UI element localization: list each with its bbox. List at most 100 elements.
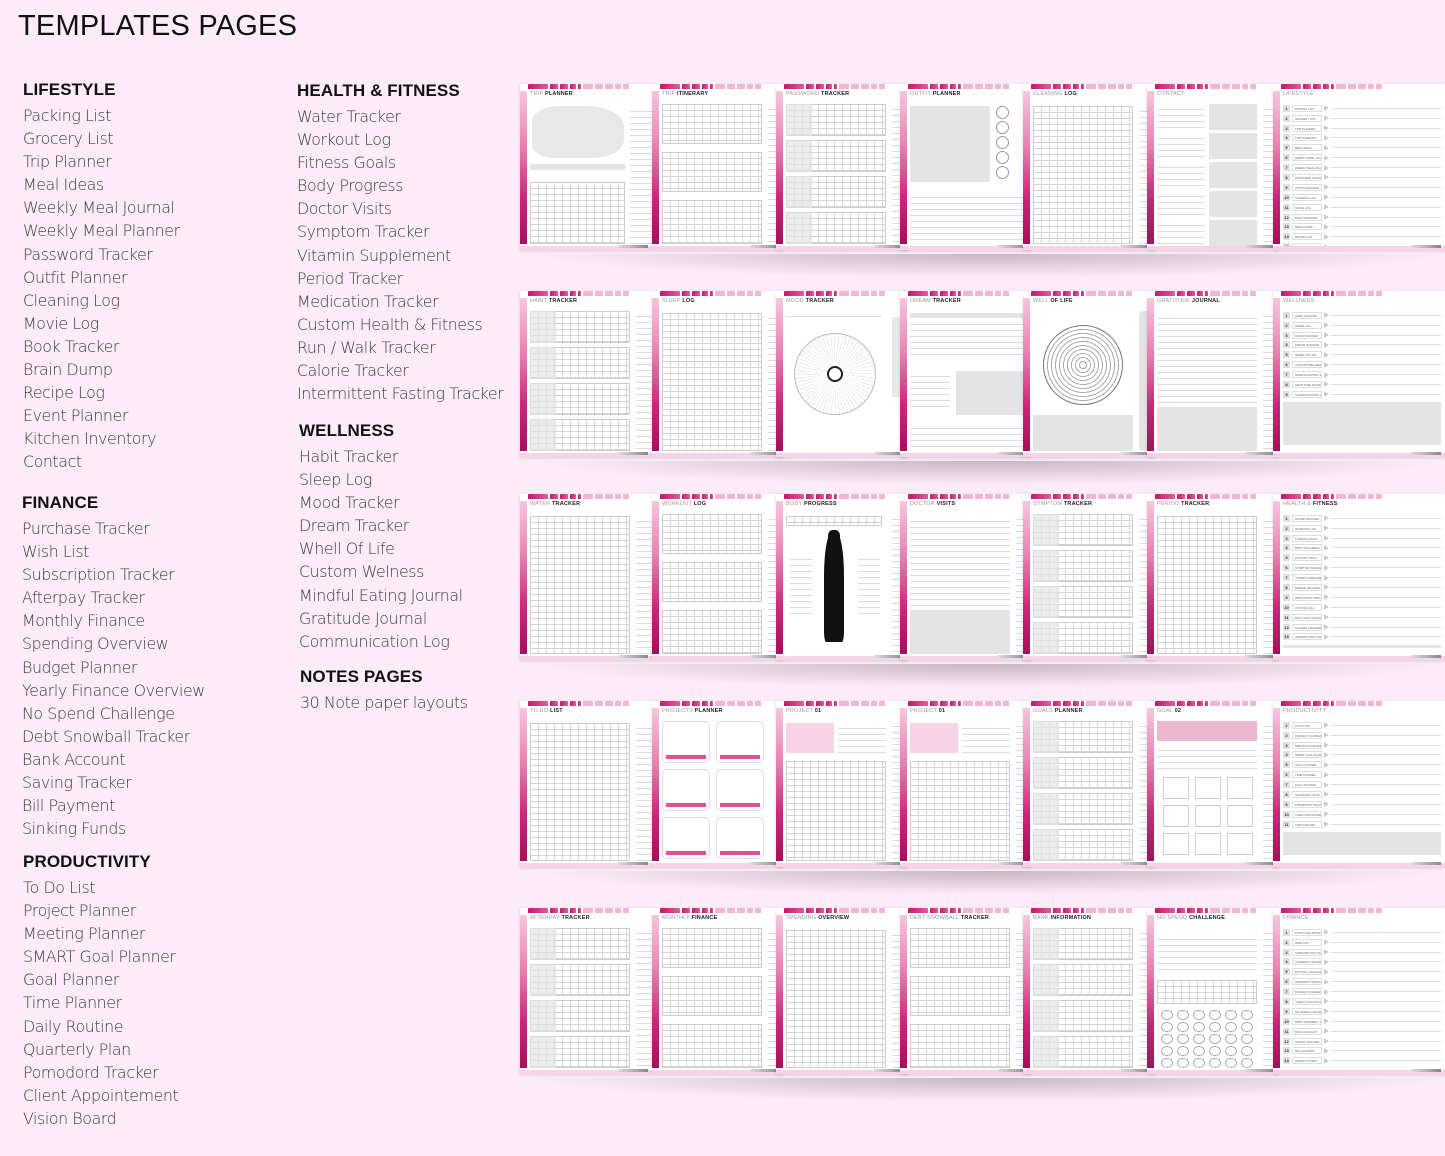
notes-line [1331, 813, 1441, 815]
top-tab [595, 494, 603, 499]
thumbnail-title-bold: FINANCE [691, 915, 718, 921]
top-tab [950, 701, 956, 706]
top-tab [1205, 908, 1208, 913]
top-tab [1053, 84, 1061, 89]
top-tabs [660, 291, 784, 297]
notes-line [1331, 596, 1441, 598]
side-column [636, 723, 652, 861]
top-tab [834, 494, 837, 499]
index-label: DEBT SNOWBALL TRAC [1292, 1017, 1322, 1025]
contact-fields [1157, 191, 1205, 217]
top-tab [550, 84, 558, 89]
index-number: 1 [1283, 311, 1290, 319]
thumbnail-body [786, 924, 908, 1068]
table-1 [662, 104, 762, 144]
index-entry: 3SUBSCRIPTION TRACKER [1283, 948, 1441, 957]
arrow-icon [1324, 751, 1329, 758]
thumbnail-title-light: WORKOUT [662, 501, 694, 507]
motivation-lines [1157, 745, 1257, 769]
index-label: MEETING PLANNER [1292, 741, 1322, 749]
top-tab [871, 701, 877, 706]
index-entry: 9POMODORO TRACKER [1283, 800, 1441, 809]
index-entry: 5 WHEEL OF LIFE [1283, 351, 1441, 360]
thumbnail-footer [1411, 452, 1441, 455]
template-list-item: Intermittent Fasting Tracker [297, 384, 504, 404]
top-tab [747, 84, 753, 89]
thumbnail-title-bold: TRACKER [1181, 501, 1210, 507]
row-shadow [530, 871, 1445, 895]
index-number: 7 [1283, 988, 1290, 996]
table-1 [910, 928, 1010, 968]
top-tab [623, 291, 629, 296]
thumbnail-title: WELLNESS [1283, 298, 1315, 304]
top-tab [1086, 291, 1096, 296]
top-tab [1086, 84, 1096, 89]
notes-line [1331, 176, 1441, 178]
step-box [1163, 777, 1189, 799]
top-tabs [1155, 701, 1279, 707]
index-entry: 8 QUARTERLY PLAN [1283, 790, 1441, 799]
top-tab [975, 701, 983, 706]
top-tab [1118, 908, 1124, 913]
top-tab [528, 84, 548, 89]
contact-notes [1209, 133, 1257, 159]
day-circle [1193, 1010, 1205, 1020]
index-number: 9 [1283, 390, 1290, 398]
top-tab [560, 291, 568, 296]
index-label: SUBSCRIPTION TRACKER [1292, 948, 1322, 956]
index-entry: 2 WISH LIST [1283, 938, 1441, 947]
day-circle [1193, 1022, 1205, 1032]
template-thumbnail: AFTERPAY TRACKER [520, 908, 652, 1074]
index-number: 8 [1283, 583, 1290, 591]
top-tab [930, 84, 938, 89]
day-circle [1177, 1022, 1189, 1032]
index-number: 2 [1283, 321, 1290, 329]
top-tab [1250, 701, 1256, 706]
side-month-tabs [900, 708, 907, 861]
top-tab [851, 84, 859, 89]
top-tab [595, 701, 603, 706]
side-month-tabs [776, 915, 783, 1068]
notes-line [1331, 636, 1441, 638]
notes-line [1331, 1050, 1441, 1052]
dream-lines [910, 319, 1030, 359]
form-label-col [530, 1000, 556, 1032]
tracker-grid [530, 516, 630, 654]
arrow-icon [1324, 604, 1329, 611]
top-tab [1303, 291, 1311, 296]
index-label: PROJECT PLANNER [1292, 731, 1322, 739]
template-list-item: Monthly Finance [22, 611, 145, 631]
top-tab [839, 291, 849, 296]
top-tab [1003, 701, 1009, 706]
form-label-col [1033, 757, 1059, 789]
top-tab [1348, 701, 1356, 706]
side-month-tabs [1147, 91, 1154, 244]
top-tabs [660, 701, 784, 707]
template-thumbnail: GOAL 02 [1147, 701, 1279, 867]
top-tab [1210, 701, 1220, 706]
contact-fields [1157, 104, 1205, 130]
top-tab [826, 494, 832, 499]
top-tab [1081, 494, 1084, 499]
thumbnail-title: FINANCE [1283, 915, 1309, 921]
top-tab [1003, 494, 1009, 499]
side-month-tabs [776, 501, 783, 654]
index-label: VISION BOARD [1292, 820, 1322, 828]
top-tab [940, 291, 948, 296]
top-tab [1073, 291, 1079, 296]
notes-line [1331, 961, 1441, 963]
top-tab [1242, 494, 1248, 499]
top-tab [963, 291, 973, 296]
index-label: CLIENT APPOINTEMENT [1292, 810, 1322, 818]
tracker-grid [1157, 516, 1257, 654]
notes-line [1331, 724, 1441, 726]
thumbnail-body: 1 PACKING LIST 2 GROCERY LIST 3 TRIP PLANNER 4… [1283, 100, 1441, 250]
top-tab [1210, 291, 1220, 296]
top-tab [1376, 291, 1382, 296]
arrow-icon [1324, 574, 1329, 581]
index-label: WISH LIST [1292, 938, 1322, 946]
index-label: BOOK TRACKER [1292, 213, 1322, 221]
page-title: TEMPLATES PAGES [18, 10, 298, 42]
top-tab [1073, 84, 1079, 89]
thumbnail-title-light: WELLNESS [1283, 298, 1315, 304]
